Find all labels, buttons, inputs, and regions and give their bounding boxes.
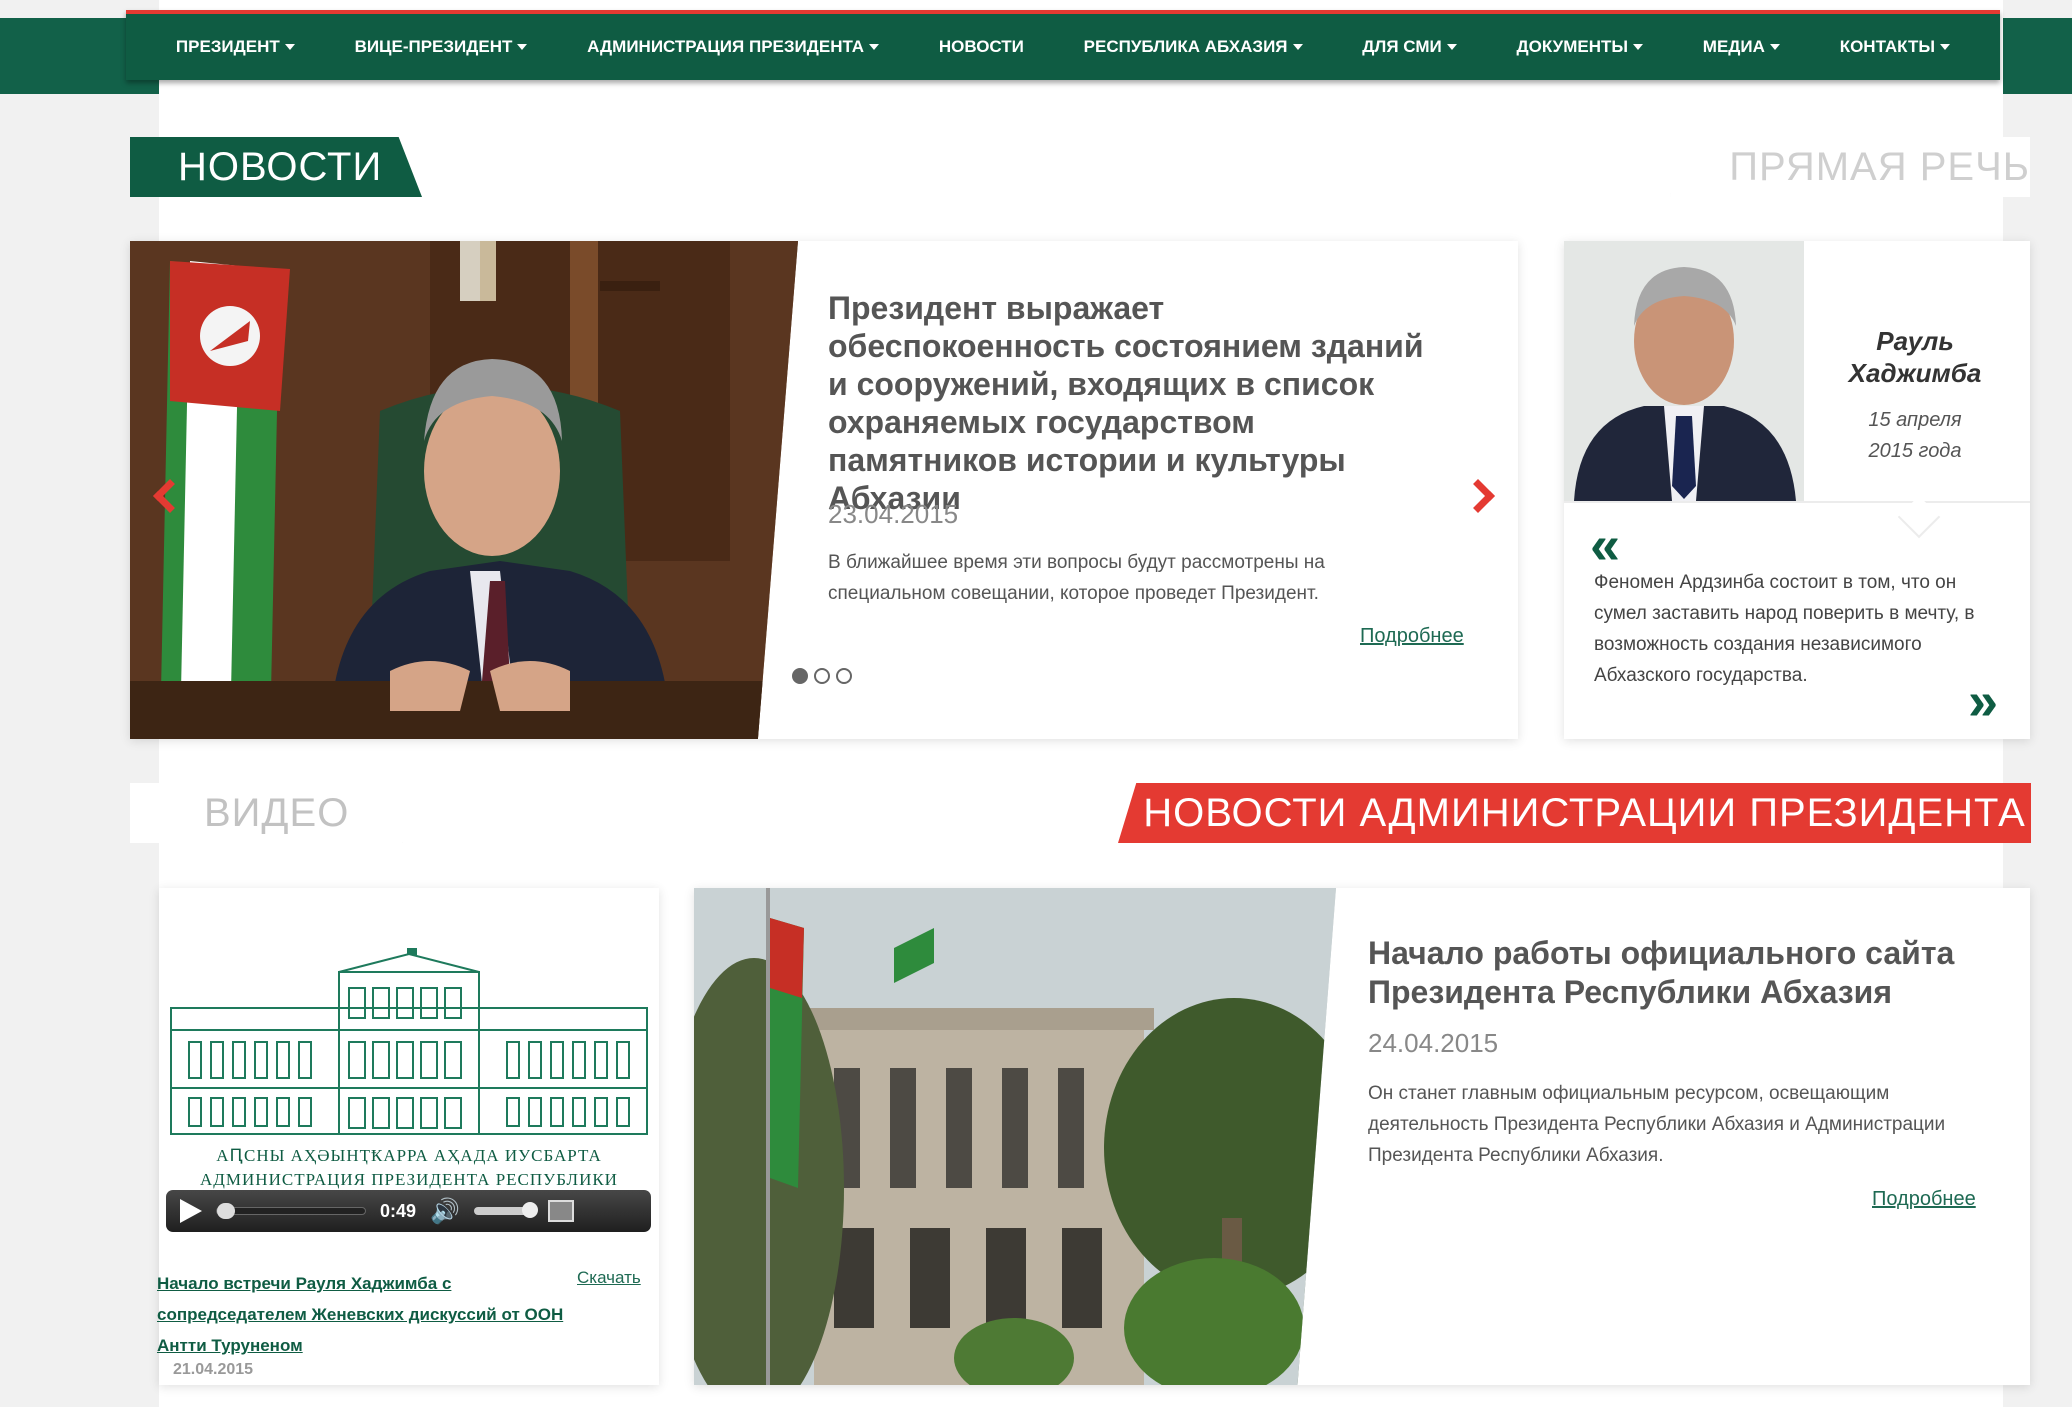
volume-icon[interactable]: 🔊 [430,1197,460,1226]
speaker-name: Рауль Хаджимба [1848,326,1982,388]
admin-news-photo[interactable] [694,888,1336,1385]
chevron-down-icon [284,44,295,50]
nav-item-media-press[interactable]: ДЛЯ СМИ [1362,37,1457,57]
section-header-speech[interactable]: ПРЯМАЯ РЕЧЬ [1670,137,2030,197]
nav-item-contacts[interactable]: КОНТАКТЫ [1840,37,1950,57]
chevron-down-icon [1633,44,1644,50]
news-slide-title[interactable]: Президент выражает обеспокоенность состо… [828,289,1448,517]
speech-quote: Феномен Ардзинба состоит в том, что он с… [1594,572,1975,686]
fullscreen-icon[interactable] [547,1200,574,1222]
chevron-down-icon [1939,44,1950,50]
play-icon[interactable] [180,1199,202,1223]
section-header-video[interactable]: ВИДЕО [130,783,420,843]
chevron-down-icon [517,44,528,50]
video-logo-caption-abkhaz: АԤСНЫ АҲӘЫНҬҞАРРА АҲАДА ИУСБАРТА [216,1146,602,1165]
admin-news-card: Начало работы официального сайта Президе… [694,888,2030,1385]
speaker-photo [1564,241,1804,501]
chevron-down-icon [1769,44,1780,50]
section-header-admin-news[interactable]: НОВОСТИ АДМИНИСТРАЦИИ ПРЕЗИДЕНТА [1118,783,2031,843]
news-slide-description: В ближайшее время эти вопросы будут расс… [828,552,1325,604]
president-photo-illustration [130,241,798,739]
nav-item-news[interactable]: НОВОСТИ [939,37,1024,57]
nav-item-administration[interactable]: АДМИНИСТРАЦИЯ ПРЕЗИДЕНТА [587,37,880,57]
chevron-down-icon [869,44,880,50]
video-time: 0:49 [380,1200,417,1221]
chevron-down-icon [1292,44,1303,50]
news-slide-photo[interactable] [130,241,798,739]
slider-dot-2[interactable] [814,668,830,684]
nav-item-republic[interactable]: РЕСПУБЛИКА АБХАЗИЯ [1084,37,1303,57]
video-date: 21.04.2015 [173,1361,254,1378]
video-card: АԤСНЫ АҲӘЫНҬҞАРРА АҲАДА ИУСБАРТА АДМИНИС… [157,888,659,1385]
admin-news-title[interactable]: Начало работы официального сайта Президе… [1368,934,1988,1012]
video-title-link[interactable]: Начало встречи Рауля Хаджимба с сопредсе… [157,1268,587,1361]
video-player-controls: 0:49 🔊 [166,1190,651,1232]
nav-item-president[interactable]: ПРЕЗИДЕНТ [176,37,295,57]
slider-dot-1[interactable] [792,668,808,684]
speech-divider [1564,501,2030,503]
slider-dot-3[interactable] [836,668,852,684]
slider-pagination [792,668,852,684]
admin-news-date: 24.04.2015 [1368,1028,1499,1058]
nav-item-vice-president[interactable]: ВИЦЕ-ПРЕЗИДЕНТ [355,37,528,57]
quote-open-icon: « [1590,515,1621,575]
speaker-portrait-illustration [1564,241,1804,501]
video-progress-bar[interactable] [216,1203,366,1219]
nav-item-media[interactable]: МЕДИА [1703,37,1780,57]
news-slide-date: 23.04.2015 [828,499,959,529]
main-nav: ПРЕЗИДЕНТ ВИЦЕ-ПРЕЗИДЕНТ АДМИНИСТРАЦИЯ П… [126,10,2000,80]
news-slide-more-link[interactable]: Подробнее [1360,625,1464,648]
chevron-down-icon [1446,44,1457,50]
news-slider: Президент выражает обеспокоенность состо… [130,241,1518,739]
video-download-link[interactable]: Скачать [577,1268,641,1288]
volume-slider[interactable] [473,1202,538,1218]
admin-news-description: Он станет главным официальным ресурсом, … [1368,1083,1946,1166]
administration-building-photo-illustration [694,888,1336,1385]
administration-building-logo [170,948,648,1135]
nav-item-documents[interactable]: ДОКУМЕНТЫ [1517,37,1644,57]
section-header-news[interactable]: НОВОСТИ [130,137,422,197]
admin-news-more-link[interactable]: Подробнее [1872,1188,1976,1211]
quote-close-icon[interactable]: » [1968,674,1998,728]
speech-date: 15 апреля 2015 года [1868,409,1962,462]
volume-handle[interactable] [521,1202,538,1218]
progress-handle[interactable] [217,1203,235,1219]
speech-card: Рауль Хаджимба 15 апреля 2015 года « Фен… [1564,241,2030,739]
